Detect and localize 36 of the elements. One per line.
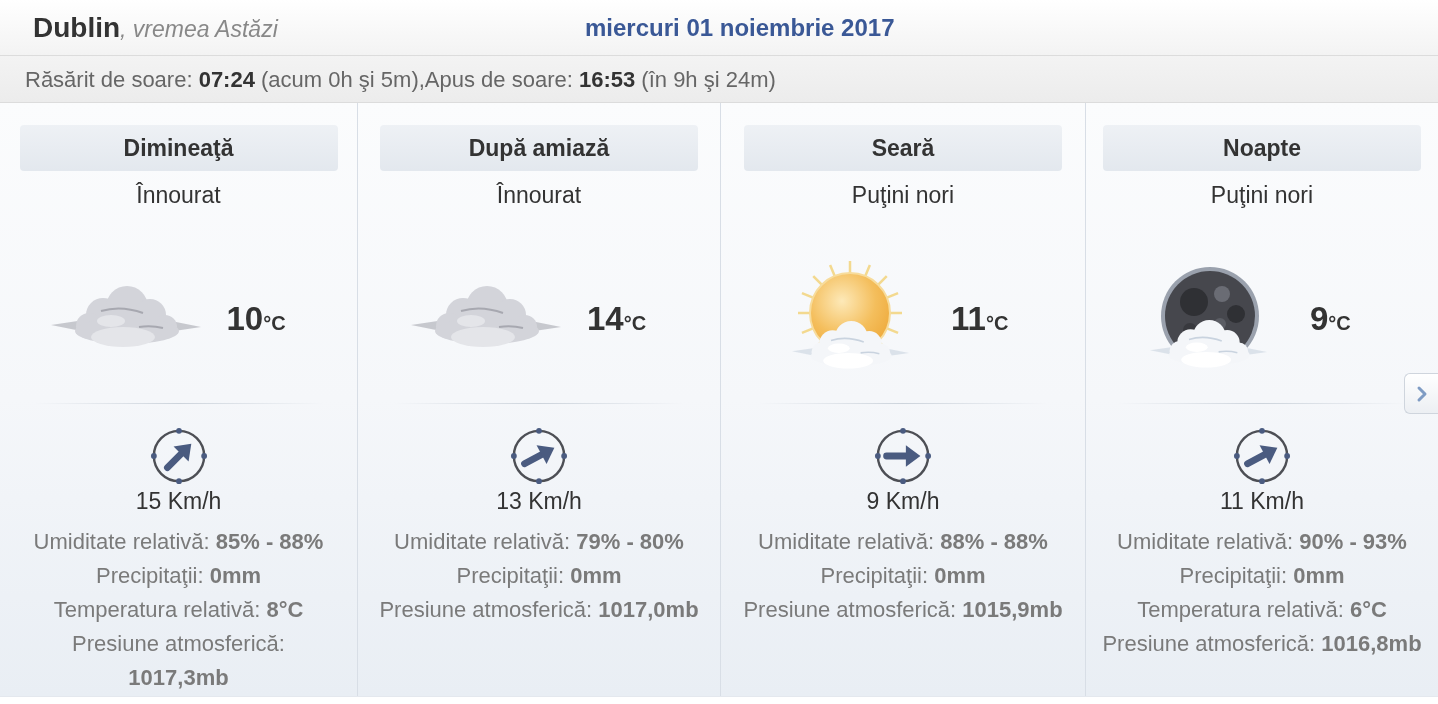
condition-text: Înnourat <box>496 181 582 209</box>
city-name: Dublin <box>33 10 121 45</box>
temperature-text: 10°C <box>226 301 287 335</box>
detail-text: Precipitaţii: 0mm <box>1179 562 1345 590</box>
detail-text: Presiune atmosferică: 1017,3mb <box>71 630 286 692</box>
next-button[interactable] <box>1404 373 1438 414</box>
period-header: Seară <box>744 125 1062 171</box>
detail-text: Umiditate relativă: 88% - 88% <box>758 528 1048 556</box>
detail-text: Umiditate relativă: 85% - 88% <box>33 528 324 556</box>
detail-text: Presiune atmosferică: 1017,0mb <box>379 596 699 624</box>
page-subtitle: , vremea Astăzi <box>120 14 278 44</box>
detail-text: Presiune atmosferică: 1016,8mb <box>1102 630 1422 658</box>
wind-speed-text: 9 Km/h <box>866 488 940 514</box>
detail-text: Umiditate relativă: 90% - 93% <box>1117 528 1407 556</box>
wind-speed-text: 15 Km/h <box>135 488 222 514</box>
detail-text: Temperatura relativă: 8°C <box>53 596 304 624</box>
wind-speed-text: 13 Km/h <box>496 488 582 514</box>
temperature-text: 9°C <box>1310 301 1352 335</box>
wind-speed-text: 11 Km/h <box>1220 488 1304 514</box>
detail-text: Precipitaţii: 0mm <box>95 562 262 590</box>
condition-text: Înnourat <box>136 181 221 209</box>
detail-text: Precipitaţii: 0mm <box>820 562 986 590</box>
detail-text: Presiune atmosferică: 1015,9mb <box>743 596 1063 624</box>
temperature-text: 14°C <box>587 301 648 335</box>
detail-text: Precipitaţii: 0mm <box>456 562 622 590</box>
sun-times-text: Răsărit de soare: 07:24 (acum 0h şi 5m),Apus de soare: 16:53 (în 9h şi 24m) <box>25 65 776 94</box>
date-text: miercuri 01 noiembrie 2017 <box>585 12 895 43</box>
detail-text: Temperatura relativă: 6°C <box>1137 596 1387 624</box>
moon-cloud-icon <box>1150 266 1268 370</box>
period-header: Dimineaţă <box>19 125 338 171</box>
detail-text: Umiditate relativă: 79% - 80% <box>394 528 684 556</box>
condition-text: Puţini nori <box>1210 181 1314 209</box>
condition-text: Puţini nori <box>851 181 955 209</box>
period-header: Noapte <box>1103 125 1421 171</box>
temperature-text: 11°C <box>951 301 1010 335</box>
period-header: După amiază <box>380 125 698 171</box>
